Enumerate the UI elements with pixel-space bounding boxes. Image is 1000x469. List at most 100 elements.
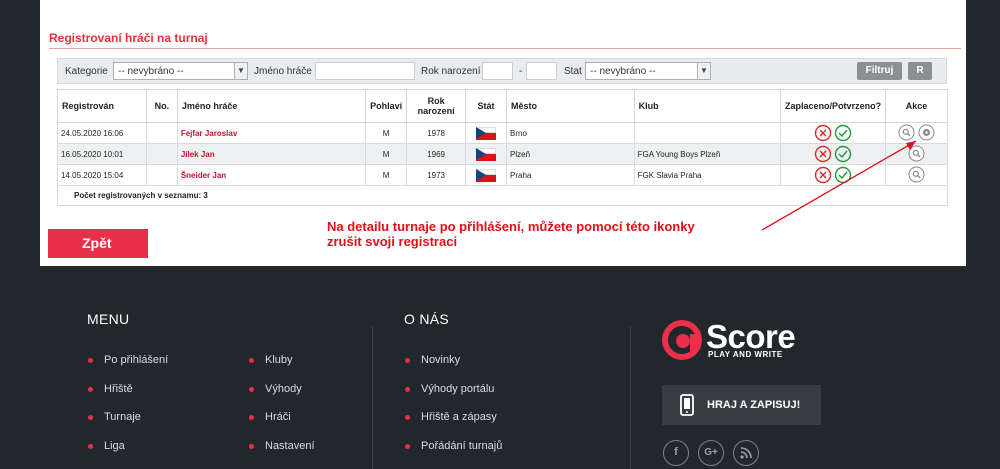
cancel-registration-icon[interactable] [918, 124, 935, 141]
country-select[interactable]: -- nevybráno -- ▼ [585, 62, 711, 80]
col-name[interactable]: Jméno hráče [176, 89, 367, 123]
cell-gender: M [365, 164, 408, 186]
back-button[interactable]: Zpět [48, 229, 148, 258]
footer-link[interactable]: Kluby [249, 354, 293, 366]
annotation-line1: Na detailu turnaje po přihlášení, můžete… [327, 219, 695, 234]
annotation-text: Na detailu turnaje po přihlášení, můžete… [327, 219, 787, 249]
rss-icon[interactable] [733, 440, 759, 466]
birth-year-to-input[interactable] [526, 62, 557, 80]
czech-flag-icon [476, 126, 497, 140]
cell-player-name[interactable]: Fejfar Jaroslav [176, 122, 367, 144]
footer-link[interactable]: Novinky [405, 354, 460, 366]
col-paid[interactable]: Zaplaceno/Potvrzeno? [780, 89, 887, 123]
col-club[interactable]: Klub [633, 89, 782, 123]
cell-registered: 14.05.2020 15:04 [57, 164, 147, 186]
rss-glyph-icon [740, 447, 752, 459]
table-row: 24.05.2020 16:06 Fejfar Jaroslav M 1978 … [57, 122, 948, 144]
cell-registered: 24.05.2020 16:06 [57, 122, 147, 144]
footer-divider [630, 326, 631, 469]
player-name-link[interactable]: Jílek Jan [181, 150, 215, 159]
footer-link[interactable]: Výhody portálu [405, 383, 494, 395]
cell-club: FGA Young Boys Plzeň [633, 143, 782, 165]
players-table: Registrován No. Jméno hráče Pohlaví Rok … [57, 89, 948, 206]
play-and-write-label: HRAJ A ZAPISUJ! [707, 399, 801, 411]
not-paid-icon [814, 124, 832, 142]
play-and-write-button[interactable]: HRAJ A ZAPISUJ! [662, 385, 821, 425]
col-birth-year[interactable]: Rok narození [406, 89, 467, 123]
cell-city: Brno [506, 122, 635, 144]
not-paid-icon [814, 145, 832, 163]
section-title: Registrovaní hráči na turnaj [49, 31, 208, 45]
page: Registrovaní hráči na turnaj Kategorie -… [0, 0, 1000, 469]
col-no[interactable]: No. [145, 89, 178, 123]
footer-link[interactable]: Hřiště a zápasy [405, 411, 497, 423]
search-detail-icon[interactable] [898, 124, 915, 141]
cell-no [145, 122, 178, 144]
google-plus-icon[interactable]: G+ [698, 440, 724, 466]
cell-birth-year: 1978 [406, 122, 467, 144]
category-select-value: -- nevybráno -- [118, 66, 184, 77]
col-gender[interactable]: Pohlaví [365, 89, 408, 123]
ascore-logo[interactable]: Score PLAY AND WRITE [662, 318, 832, 360]
footer-link[interactable]: Liga [88, 440, 125, 452]
table-header-row: Registrován No. Jméno hráče Pohlaví Rok … [57, 89, 948, 123]
footer: MENU Po přihlášení Hřiště Turnaje Liga K… [0, 266, 1000, 469]
count-row: Počet registrovaných v seznamu: 3 [57, 185, 948, 206]
footer-link[interactable]: Hráči [249, 411, 291, 423]
table-row: 16.05.2020 10:01 Jílek Jan M 1969 Plzeň … [57, 143, 948, 165]
logo-tagline: PLAY AND WRITE [708, 350, 783, 359]
cell-player-name[interactable]: Šneider Jan [176, 164, 367, 186]
col-registered[interactable]: Registrován [57, 89, 147, 123]
footer-link[interactable]: Hřiště [88, 383, 133, 395]
footer-link[interactable]: Turnaje [88, 411, 141, 423]
cell-club: FGK Slavia Praha [633, 164, 782, 186]
filter-bar: Kategorie -- nevybráno -- ▼ Jméno hráče … [57, 58, 947, 84]
player-name-link[interactable]: Fejfar Jaroslav [181, 129, 237, 138]
cell-paid [780, 164, 887, 186]
player-name-link[interactable]: Šneider Jan [181, 171, 226, 180]
cell-gender: M [365, 143, 408, 165]
category-label: Kategorie [65, 66, 108, 77]
annotation-line2: zrušit svoji registraci [327, 234, 458, 249]
cell-city: Praha [506, 164, 635, 186]
birth-year-separator: - [519, 66, 523, 77]
col-birth-year-line2: narození [417, 106, 455, 116]
cell-player-name[interactable]: Jílek Jan [176, 143, 367, 165]
category-select[interactable]: -- nevybráno -- ▼ [113, 62, 248, 80]
chevron-down-icon: ▼ [697, 63, 710, 79]
name-input[interactable] [315, 62, 415, 80]
birth-year-from-input[interactable] [482, 62, 513, 80]
table-row: 14.05.2020 15:04 Šneider Jan M 1973 Prah… [57, 164, 948, 186]
search-detail-icon[interactable] [908, 166, 925, 183]
cell-club [633, 122, 782, 144]
chevron-down-icon: ▼ [234, 63, 247, 79]
country-select-value: -- nevybráno -- [590, 66, 656, 77]
cell-country [465, 122, 507, 144]
footer-link[interactable]: Výhody [249, 383, 302, 395]
col-city[interactable]: Město [506, 89, 635, 123]
cell-gender: M [365, 122, 408, 144]
country-label: Stat [564, 66, 582, 77]
search-detail-icon[interactable] [908, 145, 925, 162]
smartphone-icon [680, 394, 694, 416]
col-birth-year-line1: Rok [427, 96, 445, 106]
reset-button[interactable]: R [908, 62, 932, 80]
facebook-icon[interactable]: f [663, 440, 689, 466]
footer-link[interactable]: Pořádání turnajů [405, 440, 502, 452]
cell-country [465, 143, 507, 165]
cell-city: Plzeň [506, 143, 635, 165]
footer-link[interactable]: Po přihlášení [88, 354, 168, 366]
name-label: Jméno hráče [254, 66, 312, 77]
title-divider [49, 48, 961, 49]
footer-link[interactable]: Nastavení [249, 440, 315, 452]
cell-no [145, 143, 178, 165]
cell-paid [780, 143, 887, 165]
footer-divider [372, 326, 373, 469]
birth-year-label: Rok narození [421, 66, 481, 77]
cell-actions [885, 122, 948, 144]
confirmed-icon [834, 166, 852, 184]
footer-about-heading: O NÁS [404, 311, 450, 327]
registered-count: Počet registrovaných v seznamu: 3 [57, 185, 948, 206]
filter-button[interactable]: Filtruj [857, 62, 902, 80]
col-country[interactable]: Stát [465, 89, 507, 123]
